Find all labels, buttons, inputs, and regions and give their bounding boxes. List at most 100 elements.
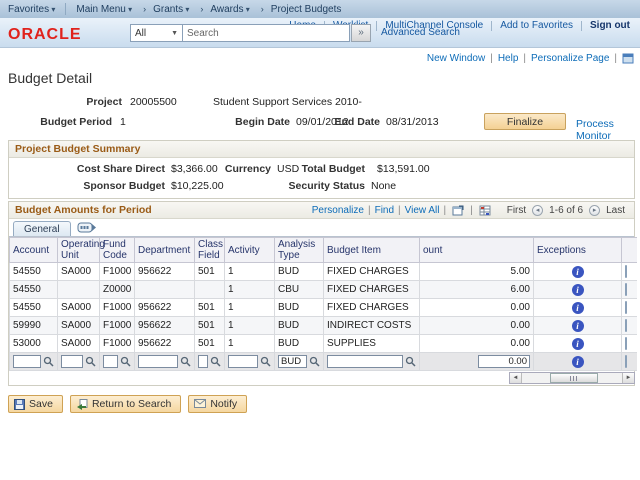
exception-info-icon[interactable]: i: [571, 337, 584, 350]
scroll-left-arrow[interactable]: ◄: [510, 373, 522, 383]
personalize-page-link[interactable]: Personalize Page: [531, 53, 609, 64]
help-link[interactable]: Help: [498, 53, 519, 64]
search-input[interactable]: [182, 24, 350, 42]
find-link[interactable]: Find: [375, 205, 394, 216]
page-title: Budget Detail: [8, 70, 93, 86]
edit-amount-input[interactable]: [478, 355, 530, 368]
new-row-edit: i: [9, 352, 637, 371]
budget-period-value: 1: [120, 116, 126, 128]
horizontal-scrollbar[interactable]: ◄ ►: [509, 372, 635, 384]
account-lookup-icon[interactable]: [43, 356, 54, 367]
project-label: Project: [86, 96, 122, 108]
table-row: 54550 Z0000 1 CBU FIXED CHARGES 6.00 i: [9, 280, 637, 299]
sign-out-link[interactable]: Sign out: [590, 20, 630, 31]
scrollbar-track[interactable]: [522, 373, 622, 383]
personalize-link[interactable]: Personalize: [312, 205, 364, 216]
scroll-right-arrow[interactable]: ►: [622, 373, 634, 383]
add-row-button[interactable]: [625, 265, 627, 278]
exception-info-icon[interactable]: i: [571, 301, 584, 314]
edit-activity-input[interactable]: [228, 355, 258, 368]
breadcrumb-separator: ›: [143, 4, 147, 14]
tab-general[interactable]: General: [13, 221, 71, 236]
table-row: 54550 SA000 F1000 956622 501 1 BUD FIXED…: [9, 262, 637, 281]
add-row-button[interactable]: [625, 283, 627, 296]
scrollbar-thumb[interactable]: [550, 373, 598, 383]
grid-tab-strip: General: [9, 219, 634, 237]
edit-budget-item-input[interactable]: [327, 355, 403, 368]
add-row-button[interactable]: [625, 319, 627, 332]
breadcrumb-awards[interactable]: Awards: [210, 4, 249, 15]
grid-viewport: Account Operating Unit Fund Code Departm…: [9, 237, 637, 371]
exception-info-icon[interactable]: i: [571, 283, 584, 296]
budget-period-label: Budget Period: [40, 116, 112, 128]
notify-button[interactable]: Notify: [188, 395, 248, 413]
page-options-icon[interactable]: [622, 53, 634, 64]
security-status-value: None: [371, 180, 397, 192]
search-bar: All ▼ » Advanced Search: [130, 24, 460, 42]
breadcrumb-main-menu[interactable]: Main Menu: [76, 4, 132, 15]
activity-lookup-icon[interactable]: [260, 356, 271, 367]
table-row: 59990 SA000 F1000 956622 501 1 BUD INDIR…: [9, 316, 637, 335]
show-all-columns-icon[interactable]: [77, 222, 97, 234]
col-amount-clipped: ount: [419, 237, 534, 263]
exception-info-icon[interactable]: i: [571, 265, 584, 278]
begin-date-label: Begin Date: [235, 116, 290, 128]
view-all-link[interactable]: View All: [405, 205, 440, 216]
edit-account-input[interactable]: [13, 355, 41, 368]
budget-item-lookup-icon[interactable]: [405, 356, 416, 367]
breadcrumb: Favorites Main Menu › Grants › Awards › …: [0, 0, 640, 18]
previous-page-icon[interactable]: ◂: [532, 204, 544, 216]
zoom-grid-icon[interactable]: [452, 205, 464, 216]
col-class-field: Class Field: [194, 237, 225, 263]
breadcrumb-grants[interactable]: Grants: [153, 4, 189, 15]
project-budget-summary-box: Project Budget Summary Cost Share Direct…: [8, 140, 635, 199]
fund-code-lookup-icon[interactable]: [120, 356, 131, 367]
sponsor-budget-label: Sponsor Budget: [83, 180, 165, 192]
next-page-icon[interactable]: ▸: [589, 204, 601, 216]
page-link-bar: New Window | Help | Personalize Page |: [0, 50, 640, 66]
add-row-button[interactable]: [625, 337, 627, 350]
edit-class-field-input[interactable]: [198, 355, 208, 368]
header-band: Home Worklist MultiChannel Console Add t…: [0, 18, 640, 48]
new-window-link[interactable]: New Window: [427, 53, 485, 64]
breadcrumb-project-budgets[interactable]: Project Budgets: [271, 4, 342, 15]
search-scope-dropdown[interactable]: All ▼: [130, 24, 182, 42]
col-exceptions: Exceptions: [533, 237, 622, 263]
return-to-search-button[interactable]: Return to Search: [69, 395, 182, 413]
budget-period-row: Budget Period 1 Begin Date 09/01/2012 En…: [8, 113, 640, 142]
add-to-favorites-link[interactable]: Add to Favorites: [500, 20, 573, 31]
last-label[interactable]: Last: [606, 205, 625, 216]
envelope-icon: [194, 399, 207, 408]
edit-fund-code-input[interactable]: [103, 355, 118, 368]
first-label[interactable]: First: [507, 205, 526, 216]
download-to-excel-icon[interactable]: [479, 205, 491, 216]
advanced-search-link[interactable]: Advanced Search: [381, 27, 460, 38]
add-row-button[interactable]: [625, 301, 627, 314]
security-status-label: Security Status: [288, 180, 365, 192]
total-budget-value: $13,591.00: [377, 163, 430, 175]
add-row-button[interactable]: [625, 355, 627, 368]
breadcrumb-separator: ›: [200, 4, 204, 14]
exception-info-icon[interactable]: i: [571, 355, 584, 368]
edit-analysis-type-input[interactable]: [278, 355, 307, 368]
edit-department-input[interactable]: [138, 355, 178, 368]
breadcrumb-divider: [65, 3, 67, 15]
search-go-button[interactable]: »: [351, 24, 371, 42]
col-fund-code: Fund Code: [99, 237, 135, 263]
col-operating-unit: Operating Unit: [57, 237, 105, 263]
search-scope-value: All: [135, 27, 147, 39]
edit-operating-unit-input[interactable]: [61, 355, 83, 368]
operating-unit-lookup-icon[interactable]: [85, 356, 96, 367]
process-monitor-link[interactable]: Process Monitor: [576, 118, 640, 142]
exception-info-icon[interactable]: i: [571, 319, 584, 332]
analysis-type-lookup-icon[interactable]: [309, 356, 320, 367]
class-field-lookup-icon[interactable]: [210, 356, 221, 367]
save-button[interactable]: Save: [8, 395, 63, 413]
oracle-logo: ORACLE: [8, 26, 82, 43]
col-budget-item: Budget Item: [323, 237, 420, 263]
finalize-button[interactable]: Finalize: [484, 113, 566, 130]
footer-toolbar: Save Return to Search Notify: [8, 395, 640, 413]
chevron-down-icon: ▼: [171, 29, 178, 37]
department-lookup-icon[interactable]: [180, 356, 191, 367]
favorites-menu[interactable]: Favorites: [8, 4, 55, 15]
